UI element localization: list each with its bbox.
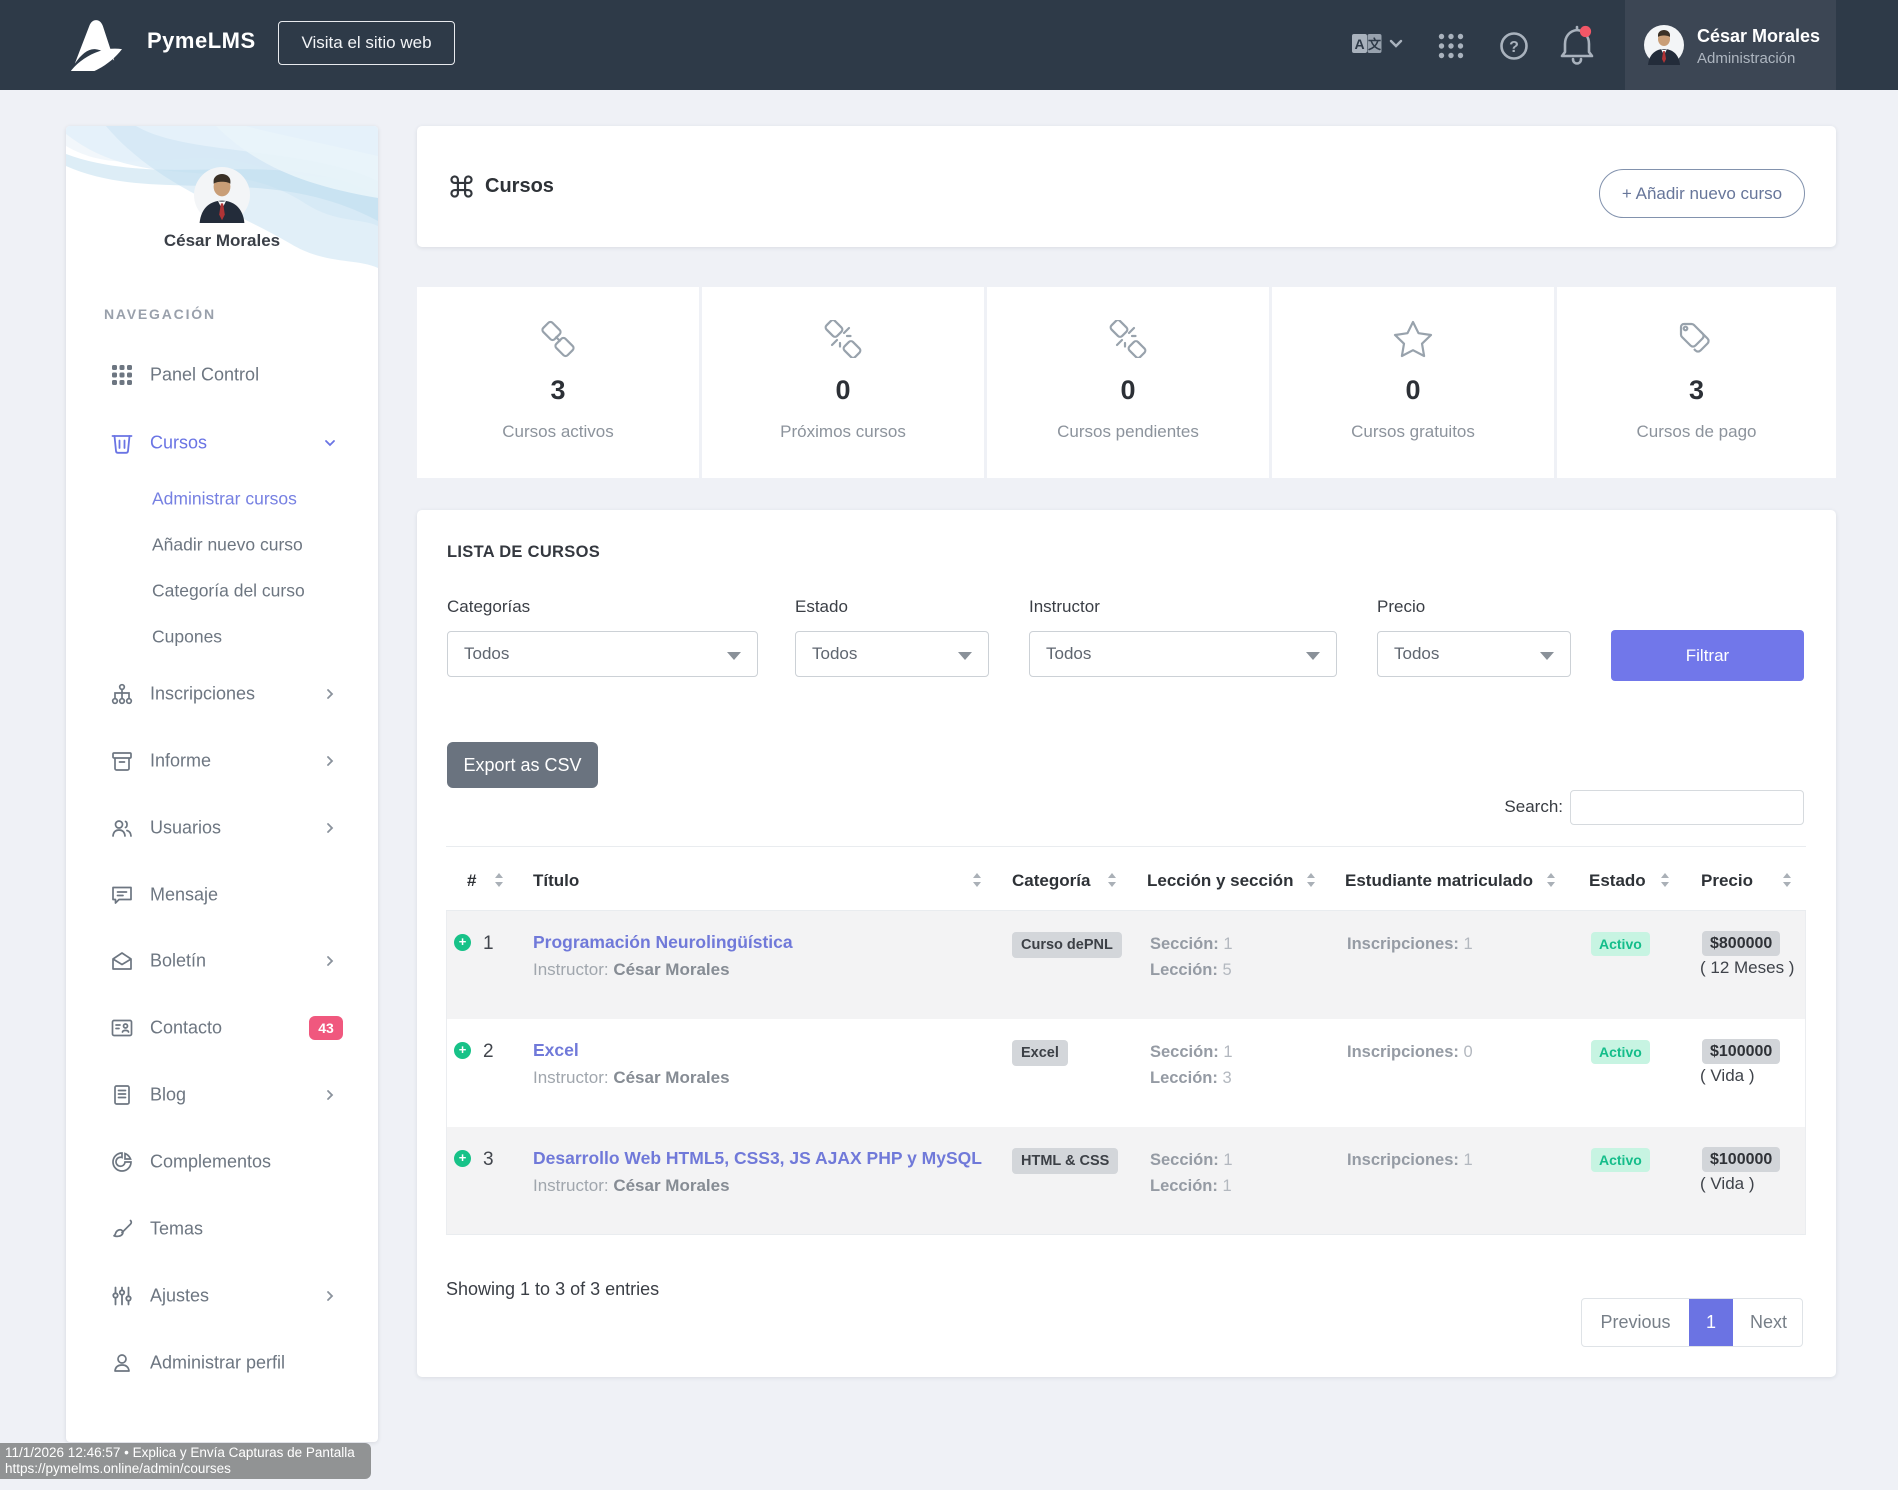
svg-text:文: 文 — [1368, 37, 1382, 52]
svg-text:?: ? — [1509, 39, 1519, 56]
svg-text:A: A — [1354, 36, 1364, 52]
